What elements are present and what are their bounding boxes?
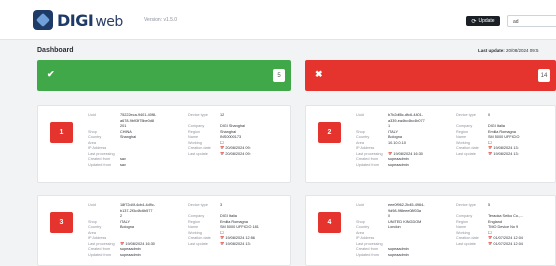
detail-value: 5 [488,203,491,207]
detail-value: 10.10.0.10 [388,140,406,145]
detail-value: 19/08/2024 13: [220,242,250,248]
detail-row: Updated from sav [88,163,183,169]
detail-label: Last update [188,241,208,246]
detail-row: Updated from supeaadmin [88,253,183,259]
detail-row: Last update 01/07/2024 12:04 [456,242,554,248]
ok-devices-summary[interactable]: ✔ 5 [37,60,291,91]
update-button-label: Update [478,18,495,24]
detail-row: Updated from supeaadmin [356,163,451,169]
check-icon: ✔ [47,69,55,79]
detail-label: Updated from [88,252,112,257]
device-details-left: Uuid 75222eca-9401-40f8- a678-9b93f75be0d8… [88,113,183,168]
page-title: Dashboard [37,47,74,54]
detail-label: Updated from [356,252,380,257]
detail-label: Updated from [356,162,380,167]
detail-value: a339-ea4bc4bc4b077 [388,118,425,123]
device-number-badge: 4 [318,212,341,233]
detail-value: b137-2f3c4fc6b577 [120,208,153,213]
top-bar: DIGI web Version: v1.5.0 ⟳ Update ad [0,0,556,40]
device-card-4[interactable]: 4 Uuid eee0f962-2b45-4964- 9d98-9f8eee08f03… [305,195,556,266]
error-count-badge: 14 [538,69,550,82]
device-card-2[interactable]: 2 Uuid b7b2df8c-dfc6-4401- a339-ea4bc4bc4b0… [305,105,556,183]
detail-label: Last update [456,241,476,246]
detail-value: 0 [488,113,491,117]
detail-value: London [388,225,401,229]
detail-value: 3 [220,203,223,207]
detail-label: Updated from [88,162,112,167]
device-details-left: Uuid 18f72d4f-4cb4-4d9c-b137-2f3c4fc6b577… [88,203,183,258]
device-details-left: Uuid eee0f962-2b45-4964- 9d98-9f8eee08f03a… [356,203,451,258]
device-details-right: Device type 3 Company DIGI Italia Region Emil… [188,203,288,247]
detail-label: Last update [456,151,476,156]
user-menu-field[interactable]: ad [507,15,556,27]
detail-value: 19/08/2024 13: [488,152,518,158]
detail-value: 20/08/2024 09: [220,152,250,158]
device-number-badge: 2 [318,122,341,143]
digiweb-logo[interactable]: DIGI web [33,10,123,30]
version-label: Version: v1.5.0 [144,17,178,23]
detail-value: supeaadmin [388,252,409,257]
device-details-right: Device type 0 Company DIGI Italia Region Emil… [456,113,554,157]
digi-logo-icon [33,10,53,30]
detail-value: sav [120,162,126,167]
device-number-badge: 1 [50,122,73,143]
detail-value: TMO Device No 9 [488,225,519,229]
detail-value: 01/07/2024 12:04 [488,242,523,248]
detail-row: Last update 20/08/2024 09: [188,152,288,158]
device-number-badge: 3 [50,212,73,233]
detail-value: supeaadmin [388,162,409,167]
device-details-right: Device type 12 Company DIGI Shanghai Region S… [188,113,288,157]
detail-value: SM 5000 UFFICIO 181 [220,225,259,229]
detail-value: supeaadmin [120,252,141,257]
ok-count-badge: 5 [273,69,285,82]
update-button[interactable]: ⟳ Update [466,16,500,26]
detail-value: Shanghai [120,135,137,139]
detail-value: Bologna [120,225,134,229]
detail-row: Last update 19/08/2024 13: [456,152,554,158]
last-update: Last update: 20/08/2024 09:5 [478,48,539,53]
detail-label: Last update [188,151,208,156]
detail-row: Updated from supeaadmin [356,253,451,259]
detail-row: Last update 19/08/2024 13: [188,242,288,248]
detail-value: 12 [220,113,225,117]
logo-text: DIGI web [57,10,123,30]
device-details-left: Uuid b7b2df8c-dfc6-4401- a339-ea4bc4bc4b07… [356,113,451,168]
detail-value: SM 5000 UFFICIO [488,135,520,139]
close-icon: ✖ [315,69,323,79]
device-card-1[interactable]: 1 Uuid 75222eca-9401-40f8- a678-9b93f75be0d… [37,105,291,183]
detail-value: 9d98-9f8eee08f03a [388,208,421,213]
refresh-icon: ⟳ [471,18,477,25]
device-details-right: Device type 5 Company Teraoka Seiko Co.,...… [456,203,554,247]
device-card-3[interactable]: 3 Uuid 18f72d4f-4cb4-4d9c-b137-2f3c4fc6b57… [37,195,291,266]
error-devices-summary[interactable]: ✖ 14 [305,60,556,91]
